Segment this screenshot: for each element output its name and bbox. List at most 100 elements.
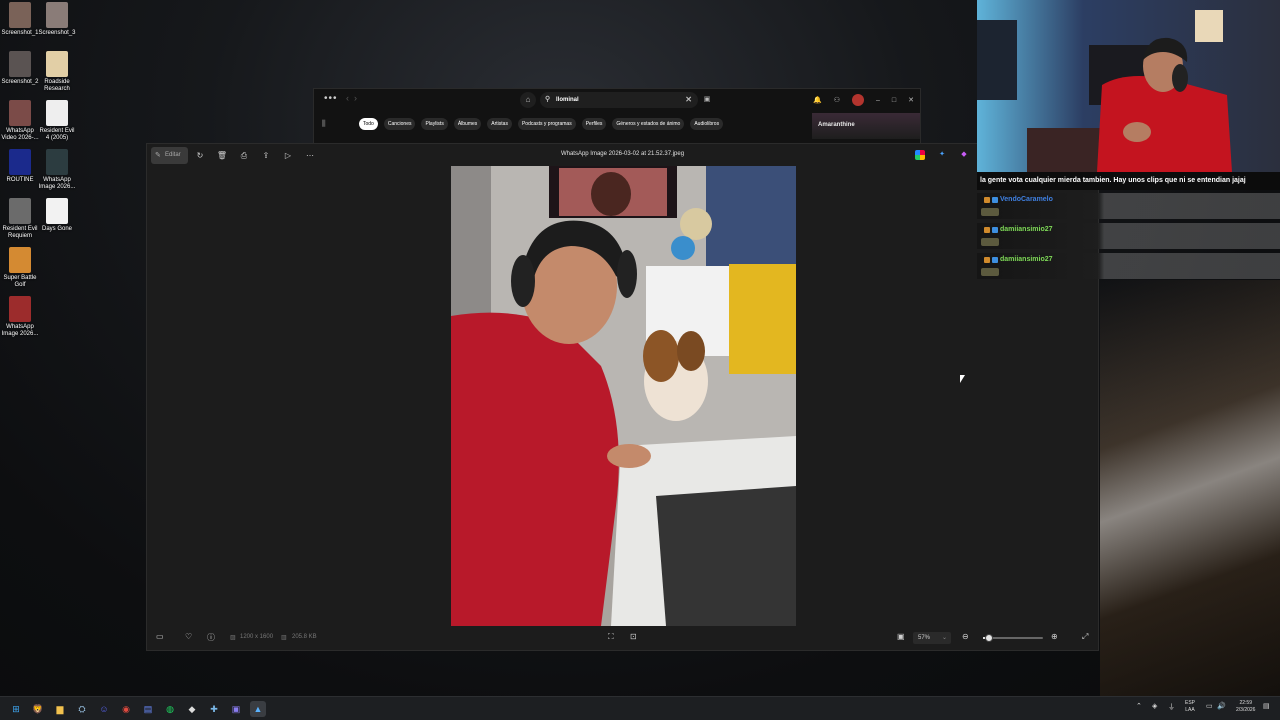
avatar[interactable] [851,94,864,106]
screenshot-icon[interactable]: ▣ [897,632,905,641]
discord-icon[interactable]: ☺ [96,701,112,717]
gamepad-icon[interactable]: ✚ [206,701,222,717]
zoom-level-select[interactable]: 57% ⌄ [913,632,951,644]
desktop-icon[interactable]: WhatsApp Image 2026... [37,149,77,191]
steam-icon[interactable]: ⛭ [74,701,90,717]
chat-user[interactable]: damiiansimio27 [984,226,1053,233]
dimensions-icon: ▨ [230,635,236,641]
microphone-icon[interactable]: ⏚ [1168,702,1175,712]
filter-chip[interactable]: Todo [359,118,378,130]
desktop-icon-thumbnail [46,149,68,175]
desktop-icon[interactable]: Super Battle Golf [0,247,40,289]
desktop-icon[interactable]: Days Gone [37,198,77,233]
keyboard-layout: LAA [1185,707,1195,713]
crop-fit-icon[interactable]: ⛶ [608,632,614,642]
bell-icon[interactable]: 🔔 [813,96,822,104]
desktop-icon[interactable]: ROUTINE [0,149,40,184]
photos-toolbar: ✎ Editar ↻ 🗑 ⎙ ⇪ ▷ ⋯ WhatsApp Image 2026… [147,144,1098,168]
photo-image [451,166,796,626]
search-input[interactable]: ⚲ llominal ✕ [540,92,698,108]
now-playing-panel[interactable]: Amaranthine [812,113,920,139]
friends-icon[interactable]: ⚇ [834,96,840,104]
clear-search-icon[interactable]: ✕ [685,92,692,108]
desktop-icon[interactable]: Screenshot_1 [0,2,40,37]
clock-time: 22:59 [1239,700,1252,706]
copilot-icon[interactable] [915,150,925,160]
chat-highlight-message: la gente vota cualquier mierda tambien. … [977,172,1280,190]
desktop-icon-thumbnail [9,2,31,28]
app-icon[interactable]: ▣ [228,701,244,717]
desktop-icon-label: Resident Evil Requiem [2,226,38,239]
back-forward-icons[interactable]: ‹ › [346,93,357,103]
desktop-icon[interactable]: WhatsApp Video 2026-... [0,100,40,142]
clipchamp-icon[interactable]: ◆ [959,150,969,160]
library-icon[interactable]: ⫼ [322,119,326,129]
desktop-icon-label: ROUTINE [6,177,34,183]
photos-statusbar: ▭ ♡ ⓘ ▨ 1200 x 1600 ▥ 205.8 KB ⛶ ⊡ ▣ 57%… [147,626,1098,650]
desktop-icon[interactable]: Screenshot_2 [0,51,40,86]
chat-user[interactable]: VendoCaramelo [984,196,1053,203]
now-playing-title: Amaranthine [818,122,855,128]
zoom-slider-thumb[interactable] [985,634,993,642]
zoom-level: 57% [918,635,931,641]
chat-user[interactable]: damiiansimio27 [984,256,1053,263]
fullscreen-icon[interactable]: ⤢ [1082,632,1088,642]
windows-start-icon[interactable]: ⊞ [8,701,24,717]
clock[interactable]: 22:59 2/3/2026 [1236,700,1255,714]
brave-icon[interactable]: 🦁 [30,701,46,717]
favorite-heart-icon[interactable]: ♡ [185,632,192,641]
info-icon[interactable]: ⓘ [207,632,215,643]
browse-icon[interactable]: ▣ [700,93,714,107]
photo-canvas[interactable] [451,166,796,626]
file-explorer-icon[interactable]: ▆ [52,701,68,717]
language-indicator[interactable]: ESP LAA [1185,700,1195,714]
desktop-icon[interactable]: Roadside Research [37,51,77,93]
display-icon[interactable]: ▭ [1206,702,1213,710]
desktop-icon-thumbnail [9,149,31,175]
language-code: ESP [1185,700,1196,706]
desktop-icon[interactable]: Screenshot_3 [37,2,77,37]
desktop-icon-label: Days Gone [41,226,72,232]
desktop-icon[interactable]: Resident Evil 4 (2005) [37,100,77,142]
actual-size-icon[interactable]: ⊡ [630,632,637,641]
filmstrip-icon[interactable]: ▭ [156,632,164,641]
home-icon[interactable]: ⌂ [520,92,536,108]
spotify-icon[interactable]: ◍ [162,701,178,717]
epic-icon[interactable]: ◆ [184,701,200,717]
minimize-button[interactable]: – [876,97,880,104]
zoom-in-icon[interactable]: ⊕ [1051,632,1058,641]
maximize-button[interactable]: □ [892,97,896,104]
desktop-icon-label: Roadside Research [44,79,70,92]
files-icon[interactable]: ▤ [140,701,156,717]
filter-chip[interactable]: Audiolibros [690,118,724,130]
chevron-up-icon[interactable]: ⌃ [1136,702,1142,710]
chat-badge-icon [984,256,990,263]
photos-viewer-window: ✎ Editar ↻ 🗑 ⎙ ⇪ ▷ ⋯ WhatsApp Image 2026… [146,143,1099,651]
clock-date: 2/3/2026 [1236,707,1256,713]
desktop-icon-thumbnail [9,198,31,224]
mouse-cursor [960,375,965,383]
filter-chip[interactable]: Playlists [421,118,448,130]
chrome-icon[interactable]: ◉ [118,701,134,717]
filter-chip[interactable]: Perfiles [581,118,607,130]
zoom-slider[interactable] [983,634,1043,642]
designer-icon[interactable]: ✦ [937,150,947,160]
chat-badge-icon [992,256,998,263]
tray-app-icon[interactable]: ◈ [1152,702,1157,710]
notification-icon[interactable]: ▤ [1263,702,1270,710]
filter-chip[interactable]: Álbumes [453,118,482,130]
more-dots-icon[interactable]: ••• [324,93,338,104]
chat-message: damiiansimio27 [977,253,1280,279]
desktop-icon[interactable]: WhatsApp Image 2026... [0,296,40,338]
filter-chip[interactable]: Artistas [487,118,512,130]
desktop-icon[interactable]: Resident Evil Requiem [0,198,40,240]
filter-chip[interactable]: Canciones [383,118,416,130]
zoom-out-icon[interactable]: ⊖ [962,632,969,641]
volume-icon[interactable]: 🔊 [1217,702,1226,710]
photos-icon[interactable]: ▲ [250,701,266,717]
filter-chip[interactable]: Podcasts y programas [517,118,576,130]
spotify-top-right: 🔔 ⚇ – □ ✕ [813,92,914,108]
search-value: llominal [556,97,579,103]
filter-chip[interactable]: Géneros y estados de ánimo [612,118,685,130]
close-button[interactable]: ✕ [908,96,914,104]
